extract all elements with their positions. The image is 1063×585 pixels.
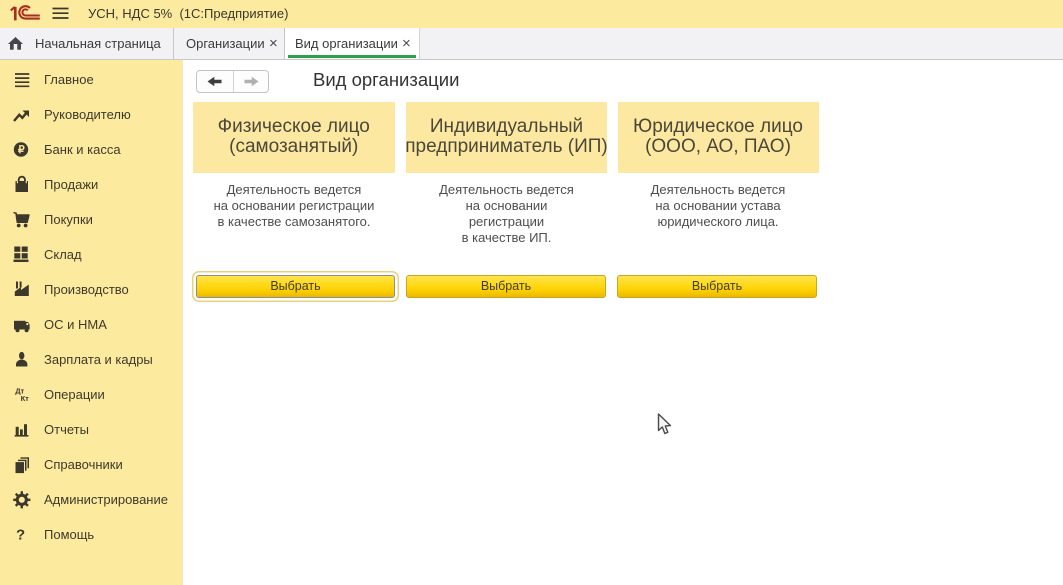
svg-text:₽: ₽ [18, 144, 25, 156]
svg-text:Кт: Кт [21, 394, 30, 403]
svg-text:?: ? [16, 526, 25, 543]
